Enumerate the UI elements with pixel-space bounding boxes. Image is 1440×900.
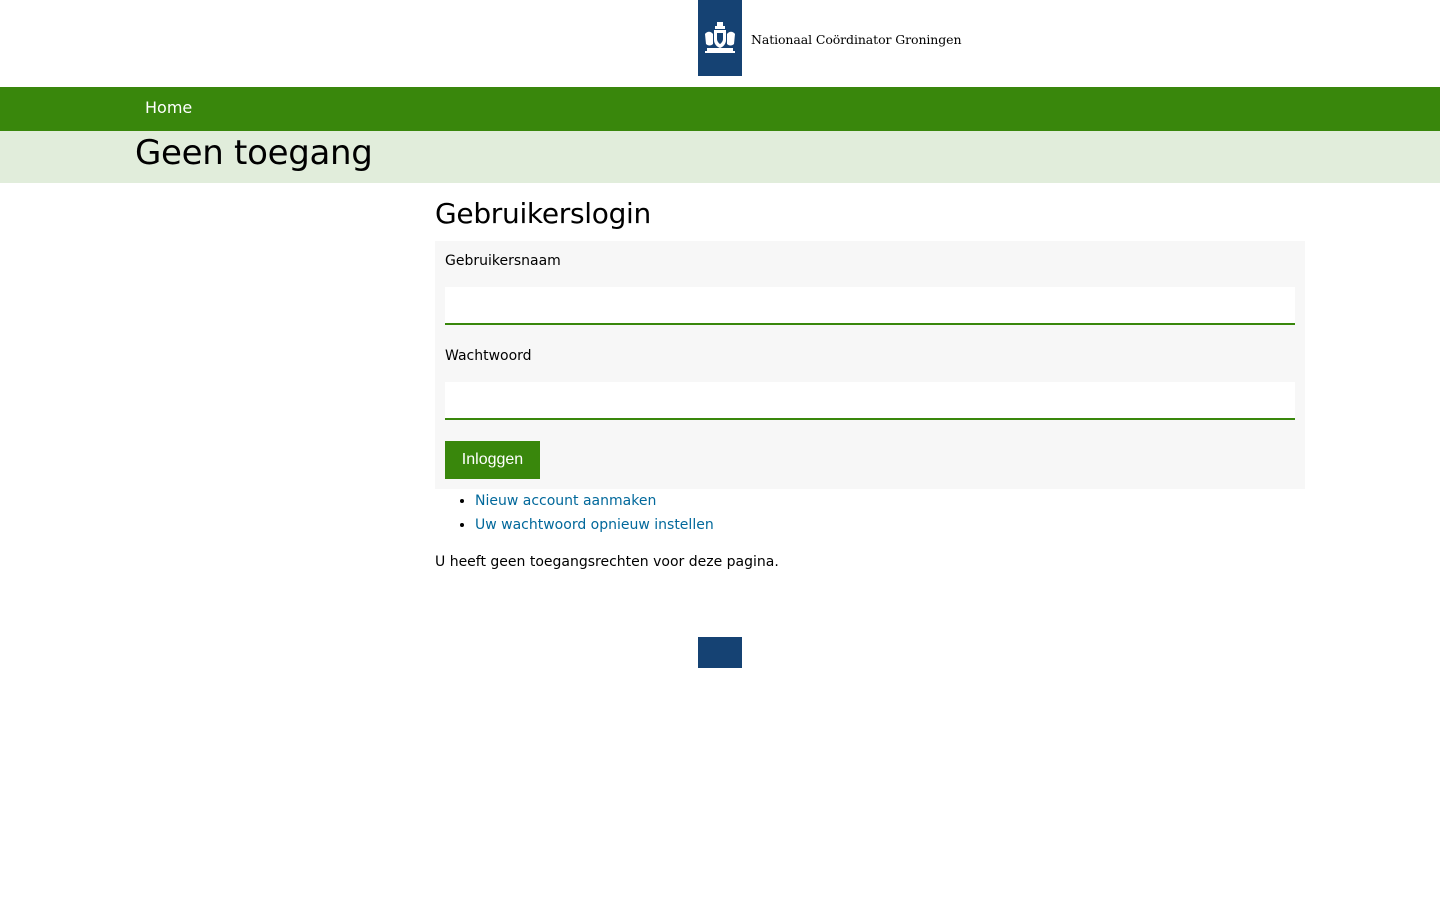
list-item: Nieuw account aanmaken (475, 489, 714, 513)
main-navigation: Home (0, 87, 1440, 131)
access-denied-message: U heeft geen toegangsrechten voor deze p… (435, 554, 779, 570)
nav-item-home[interactable]: Home (145, 98, 192, 117)
organization-name: Nationaal Coördinator Groningen (751, 32, 962, 47)
title-band: Geen toegang (0, 131, 1440, 183)
username-field[interactable] (445, 287, 1295, 325)
logo-link[interactable] (698, 0, 742, 76)
password-label: Wachtwoord (445, 348, 532, 364)
login-button[interactable]: Inloggen (445, 441, 540, 479)
footer-logo-block (698, 637, 742, 668)
account-links: Nieuw account aanmaken Uw wachtwoord opn… (435, 489, 714, 537)
create-account-link[interactable]: Nieuw account aanmaken (475, 493, 656, 509)
login-heading: Gebruikerslogin (435, 197, 651, 230)
reset-password-link[interactable]: Uw wachtwoord opnieuw instellen (475, 517, 714, 533)
password-field[interactable] (445, 382, 1295, 420)
login-form: Gebruikersnaam Wachtwoord Inloggen (435, 241, 1305, 489)
list-item: Uw wachtwoord opnieuw instellen (475, 513, 714, 537)
username-label: Gebruikersnaam (445, 253, 561, 269)
site-header: Nationaal Coördinator Groningen (0, 0, 1440, 87)
rijksoverheid-coat-of-arms-icon (705, 22, 735, 53)
page-title: Geen toegang (135, 133, 373, 173)
